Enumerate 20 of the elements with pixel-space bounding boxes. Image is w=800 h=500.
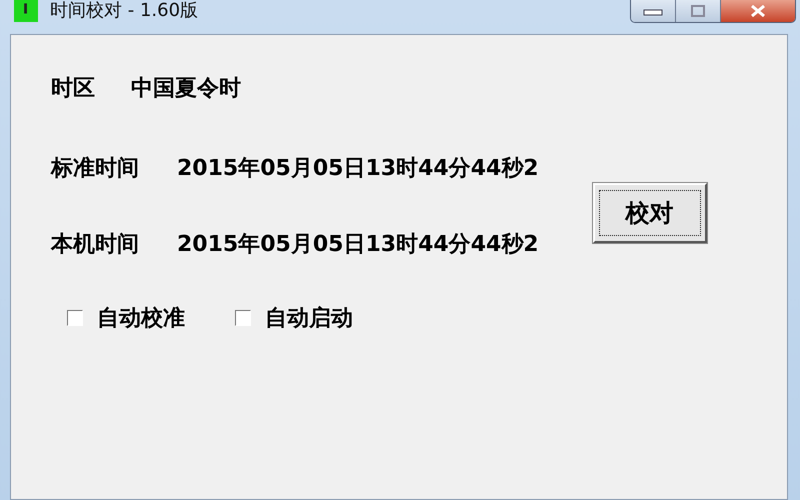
timezone-value: 中国夏令时: [131, 75, 241, 103]
time-label: 本机时间: [51, 231, 139, 259]
checkbox-icon[interactable]: [67, 310, 83, 326]
maximize-button[interactable]: [676, 0, 721, 22]
close-icon: [749, 5, 767, 17]
window-title: 时间校对 - 1.60版: [50, 0, 198, 22]
checkbox-icon[interactable]: [235, 310, 251, 326]
option-checkbox[interactable]: 自动校准: [67, 303, 185, 333]
time-value: 2015年05月05日13时44分44秒2: [177, 231, 539, 259]
close-button[interactable]: [721, 0, 795, 22]
minimize-button[interactable]: [631, 0, 676, 22]
app-icon: [14, 0, 38, 22]
option-label: 自动校准: [97, 305, 185, 333]
maximize-icon: [691, 5, 705, 17]
time-label: 标准时间: [51, 155, 139, 183]
timezone-label: 时区: [51, 75, 95, 103]
time-value: 2015年05月05日13时44分44秒2: [177, 155, 539, 183]
calibrate-button[interactable]: 校对: [592, 183, 707, 243]
option-label: 自动启动: [265, 305, 353, 333]
option-checkbox[interactable]: 自动启动: [235, 303, 353, 333]
